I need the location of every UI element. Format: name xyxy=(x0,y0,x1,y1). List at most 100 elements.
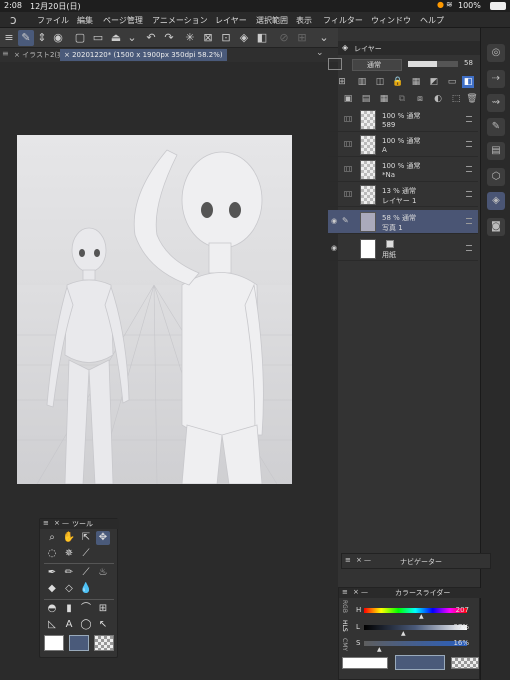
tool-property-icon[interactable]: ⇢ xyxy=(487,70,505,88)
drag-handle-icon[interactable] xyxy=(466,166,472,172)
layer-row[interactable]: 100 % 通常 A xyxy=(328,133,478,157)
main-color-swatch[interactable] xyxy=(342,657,388,669)
app-logo-icon[interactable]: ↄ xyxy=(10,13,17,27)
layer-clip-icon[interactable]: ▥ xyxy=(356,76,368,88)
main-color-swatch[interactable] xyxy=(44,635,64,651)
transform-icon[interactable]: ⊡ xyxy=(218,30,234,46)
tab-list-icon[interactable]: ≡ xyxy=(2,49,9,58)
sub-tool-icon[interactable]: ⇝ xyxy=(487,94,505,112)
layer-reference-icon[interactable]: ◫ xyxy=(374,76,386,88)
palette-close-icon[interactable]: × xyxy=(54,519,60,527)
new-raster-layer-icon[interactable]: ▣ xyxy=(342,93,354,105)
layer-lock-box[interactable] xyxy=(346,191,352,197)
pen-icon[interactable]: ✒ xyxy=(45,566,59,580)
gradient-icon[interactable]: ▮ xyxy=(62,602,76,616)
save-icon[interactable]: ⏏ xyxy=(108,30,124,46)
eyedropper-icon[interactable]: ⟋ xyxy=(79,547,93,561)
hand-icon[interactable]: ✋ xyxy=(62,531,76,545)
redo-icon[interactable]: ↷ xyxy=(161,30,177,46)
layer-lock-box[interactable] xyxy=(346,116,352,122)
undo-icon[interactable]: ↶ xyxy=(143,30,159,46)
menu-edit[interactable]: 編集 xyxy=(77,15,93,26)
chevron-updown-icon[interactable]: ⇕ xyxy=(34,30,50,46)
layer-mask-icon[interactable]: ◐ xyxy=(432,93,444,105)
palette-menu-icon[interactable]: ≡ xyxy=(43,519,49,527)
drag-handle-icon[interactable] xyxy=(466,116,472,122)
palette-close-icon[interactable]: × xyxy=(356,556,362,564)
palette-minimize-icon[interactable]: — xyxy=(361,588,368,596)
collapse-chevron-icon[interactable]: ⌄ xyxy=(316,30,332,46)
palette-close-icon[interactable]: × xyxy=(353,588,359,596)
fill-bucket-icon[interactable]: ◓ xyxy=(45,602,59,616)
palette-menu-icon[interactable]: ≡ xyxy=(345,556,351,564)
hue-slider-marker-icon[interactable]: ▲ xyxy=(419,613,424,620)
lightness-slider-marker-icon[interactable]: ▲ xyxy=(401,630,406,637)
merge-down-icon[interactable]: ⧉ xyxy=(396,93,408,105)
menu-view[interactable]: 表示 xyxy=(296,15,312,26)
brush-icon[interactable]: ⟋ xyxy=(79,566,93,580)
palette-minimize-icon[interactable]: — xyxy=(364,556,371,564)
lock-alpha-icon[interactable]: ▦ xyxy=(410,76,422,88)
loading-icon[interactable]: ✳ xyxy=(182,30,198,46)
layer-row[interactable]: 100 % 通常 589 xyxy=(328,108,478,132)
zoom-icon[interactable]: ⌕ xyxy=(45,531,59,545)
layer-row[interactable]: ◉ 用紙 xyxy=(328,237,478,261)
tab-hls[interactable]: HLS xyxy=(341,620,348,632)
drop-icon[interactable]: 💧 xyxy=(79,582,93,596)
palette-minimize-icon[interactable]: — xyxy=(62,519,69,527)
sub-color-swatch[interactable] xyxy=(69,635,89,651)
layer-row-selected[interactable]: ◉ ✎ 58 % 通常 写真 1 xyxy=(328,210,478,234)
copy-layer-icon[interactable]: ⧈ xyxy=(414,93,426,105)
ruler-tool-icon[interactable]: ◺ xyxy=(45,618,59,632)
menu-page[interactable]: ページ管理 xyxy=(103,15,143,26)
pencil-icon[interactable]: ✏ xyxy=(62,566,76,580)
layer-lock-box[interactable] xyxy=(346,141,352,147)
menu-filter[interactable]: フィルター xyxy=(323,15,363,26)
tab-cmy[interactable]: CMY xyxy=(341,638,348,651)
airbrush-icon[interactable]: ♨ xyxy=(96,566,110,580)
lock-icon[interactable]: 🔒 xyxy=(392,76,404,88)
sub-color-swatch[interactable] xyxy=(395,655,445,670)
opacity-value[interactable]: 58 xyxy=(464,59,473,67)
menu-file[interactable]: ファイル xyxy=(37,15,69,26)
layer-row[interactable]: 100 % 通常 *Na xyxy=(328,158,478,182)
new-folder-icon[interactable]: ▦ xyxy=(378,93,390,105)
pen-tool-icon[interactable]: ✎ xyxy=(18,30,34,46)
hamburger-icon[interactable]: ≡ xyxy=(1,30,17,46)
drag-handle-icon[interactable] xyxy=(466,245,472,251)
menu-layer[interactable]: レイヤー xyxy=(215,15,247,26)
h-value[interactable]: 207 xyxy=(456,606,469,614)
tab-close-icon[interactable]: × xyxy=(14,51,22,59)
drag-handle-icon[interactable] xyxy=(466,191,472,197)
tab-overflow-icon[interactable]: ⌄ xyxy=(316,48,324,58)
new-file-icon[interactable]: ▢ xyxy=(72,30,88,46)
move-layer-icon[interactable]: ✥ xyxy=(96,531,110,545)
menu-selection[interactable]: 選択範囲 xyxy=(256,15,288,26)
layer-property-icon[interactable]: ▤ xyxy=(487,142,505,160)
balloon-icon[interactable]: ◯ xyxy=(79,618,93,632)
navigator-icon[interactable]: ◎ xyxy=(487,44,505,62)
correct-line-icon[interactable]: ↖ xyxy=(96,618,110,632)
magic-wand-icon[interactable]: ✵ xyxy=(62,547,76,561)
layer-row[interactable]: 13 % 通常 レイヤー 1 xyxy=(328,183,478,207)
layers-icon[interactable]: ◈ xyxy=(487,192,505,210)
ruler-icon[interactable]: ▭ xyxy=(446,76,458,88)
transparent-color-swatch[interactable] xyxy=(94,635,114,651)
lightness-slider[interactable] xyxy=(364,625,467,630)
trash-icon[interactable]: 🗑 xyxy=(466,93,478,105)
curve-icon[interactable]: ⌒ xyxy=(79,602,93,616)
tab-active-document[interactable]: × 20201220* (1500 x 1900px 350dpi 58.2%) xyxy=(60,49,227,61)
layer-lock-box[interactable] xyxy=(346,166,352,172)
clear-layer-icon[interactable]: ⬚ xyxy=(450,93,462,105)
layer-color-icon[interactable]: ◧ xyxy=(462,76,474,88)
layer-action-icon[interactable]: ⊞ xyxy=(336,76,348,88)
operation-icon[interactable]: ⇱ xyxy=(79,531,93,545)
mask-icon[interactable]: ◩ xyxy=(428,76,440,88)
drag-handle-icon[interactable] xyxy=(466,218,472,224)
hue-slider[interactable] xyxy=(364,608,467,613)
open-folder-icon[interactable]: ▭ xyxy=(90,30,106,46)
l-value[interactable]: 37% xyxy=(453,623,469,631)
invert-icon[interactable]: ◧ xyxy=(254,30,270,46)
palette-menu-icon[interactable]: ≡ xyxy=(342,588,348,596)
clear-icon[interactable]: ⊠ xyxy=(200,30,216,46)
